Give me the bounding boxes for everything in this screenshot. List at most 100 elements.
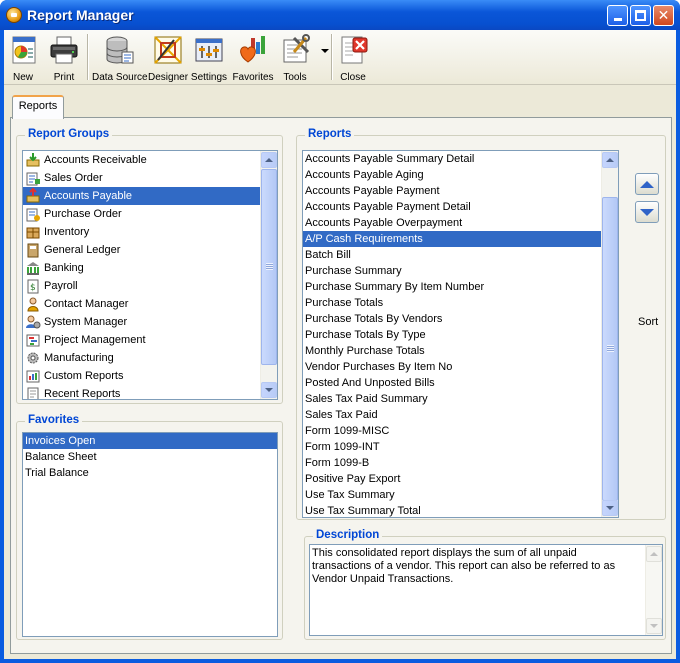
chevron-up-icon — [265, 158, 273, 162]
tools-button[interactable]: Tools — [277, 32, 323, 84]
chevron-down-icon — [265, 388, 273, 392]
description-scrollbar[interactable] — [645, 545, 662, 635]
scroll-up-button[interactable] — [602, 152, 618, 168]
report-group-item[interactable]: Accounts Payable — [23, 187, 260, 205]
report-item[interactable]: Accounts Payable Payment — [303, 183, 601, 199]
report-item[interactable]: Purchase Totals By Vendors — [303, 311, 601, 327]
report-group-item[interactable]: Custom Reports — [23, 367, 260, 385]
description-text: This consolidated report displays the su… — [312, 547, 616, 585]
report-item[interactable]: Sales Tax Paid — [303, 407, 601, 423]
minimize-button[interactable] — [607, 5, 628, 26]
favorites-title: Favorites — [25, 414, 83, 426]
accounts-payable-icon — [26, 188, 40, 203]
favorites-label: Favorites — [232, 72, 274, 83]
report-item[interactable]: Purchase Totals By Type — [303, 327, 601, 343]
scroll-thumb[interactable] — [602, 197, 618, 501]
close-label: Close — [340, 72, 366, 83]
tab-reports[interactable]: Reports — [12, 95, 64, 119]
report-group-label: Purchase Order — [44, 208, 122, 220]
printer-icon — [50, 36, 78, 64]
report-group-item[interactable]: $ Payroll — [23, 277, 260, 295]
toolbar-separator — [331, 34, 333, 80]
designer-label: Designer — [148, 72, 189, 83]
report-group-item[interactable]: Banking — [23, 259, 260, 277]
report-item[interactable]: Accounts Payable Aging — [303, 167, 601, 183]
new-report-icon — [12, 36, 36, 64]
report-item[interactable]: Accounts Payable Overpayment — [303, 215, 601, 231]
report-groups-group: Report Groups Accounts Receivable Sales O… — [16, 128, 283, 404]
report-item[interactable]: Form 1099-INT — [303, 439, 601, 455]
maximize-button[interactable] — [630, 5, 651, 26]
favorites-button[interactable]: Favorites — [231, 32, 275, 84]
report-item[interactable]: Monthly Purchase Totals — [303, 343, 601, 359]
report-groups-scrollbar[interactable] — [260, 151, 277, 399]
report-item[interactable]: Purchase Totals — [303, 295, 601, 311]
accounts-receivable-icon — [26, 153, 40, 167]
favorites-list[interactable]: Invoices Open Balance Sheet Trial Balance — [22, 432, 278, 637]
report-item[interactable]: Use Tax Summary — [303, 487, 601, 503]
designer-button[interactable]: Designer — [148, 32, 188, 84]
sort-label: Sort — [638, 316, 659, 328]
report-item[interactable]: Accounts Payable Summary Detail — [303, 151, 601, 167]
report-groups-rows: Accounts Receivable Sales Order Accounts P… — [23, 151, 277, 399]
description-box[interactable]: This consolidated report displays the su… — [309, 544, 663, 636]
report-item[interactable]: Accounts Payable Payment Detail — [303, 199, 601, 215]
scroll-down-button[interactable] — [646, 618, 662, 634]
chevron-down-icon — [606, 506, 614, 510]
report-item[interactable]: Positive Pay Export — [303, 471, 601, 487]
report-group-item[interactable]: Accounts Receivable — [23, 151, 260, 169]
report-group-item[interactable]: Project Management — [23, 331, 260, 349]
report-group-item[interactable]: Recent Reports — [23, 385, 260, 399]
report-groups-list[interactable]: Accounts Receivable Sales Order Accounts P… — [22, 150, 278, 400]
report-group-item[interactable]: General Ledger — [23, 241, 260, 259]
report-item[interactable]: Form 1099-MISC — [303, 423, 601, 439]
settings-button[interactable]: Settings — [189, 32, 229, 84]
reports-scrollbar[interactable] — [601, 151, 618, 517]
favorites-group: Favorites Invoices Open Balance Sheet Tria… — [16, 414, 283, 640]
report-item[interactable]: Purchase Summary By Item Number — [303, 279, 601, 295]
sort-down-button[interactable] — [635, 201, 659, 223]
new-button[interactable]: New — [6, 32, 40, 84]
data-source-button[interactable]: Data Source — [92, 32, 148, 84]
report-group-label: Accounts Payable — [44, 190, 133, 202]
report-item[interactable]: Use Tax Summary Total — [303, 503, 601, 517]
report-group-label: General Ledger — [44, 244, 121, 256]
app-icon[interactable] — [6, 7, 22, 23]
report-group-label: Payroll — [44, 280, 78, 292]
report-group-label: Contact Manager — [44, 298, 129, 310]
svg-text:$: $ — [30, 283, 36, 293]
report-item[interactable]: Batch Bill — [303, 247, 601, 263]
report-group-item[interactable]: Sales Order — [23, 169, 260, 187]
report-group-item[interactable]: Manufacturing — [23, 349, 260, 367]
close-window-button[interactable]: ✕ — [653, 5, 674, 26]
report-group-item[interactable]: Inventory — [23, 223, 260, 241]
tools-dropdown-arrow-icon[interactable] — [321, 49, 329, 53]
report-item[interactable]: Form 1099-B — [303, 455, 601, 471]
report-item[interactable]: A/P Cash Requirements — [303, 231, 601, 247]
toolbar: New Print Data Source Designer Settings … — [4, 30, 676, 85]
favorite-item[interactable]: Trial Balance — [23, 465, 277, 481]
report-item[interactable]: Sales Tax Paid Summary — [303, 391, 601, 407]
print-button[interactable]: Print — [44, 32, 84, 84]
report-group-label: Custom Reports — [44, 370, 124, 382]
scroll-thumb[interactable] — [261, 169, 277, 365]
favorite-item[interactable]: Invoices Open — [23, 433, 277, 449]
scroll-up-button[interactable] — [646, 546, 662, 562]
description-title: Description — [313, 529, 383, 541]
report-group-item[interactable]: Contact Manager — [23, 295, 260, 313]
scroll-down-button[interactable] — [261, 382, 277, 398]
report-item[interactable]: Vendor Purchases By Item No — [303, 359, 601, 375]
favorite-item[interactable]: Balance Sheet — [23, 449, 277, 465]
manufacturing-icon — [27, 352, 39, 364]
close-report-button[interactable]: Close — [336, 32, 370, 84]
report-group-item[interactable]: Purchase Order — [23, 205, 260, 223]
scroll-down-button[interactable] — [602, 500, 618, 516]
report-item[interactable]: Purchase Summary — [303, 263, 601, 279]
title-bar[interactable]: Report Manager ✕ — [0, 0, 680, 30]
reports-list[interactable]: Accounts Payable Summary Detail Accounts … — [302, 150, 619, 518]
payroll-icon: $ — [27, 279, 39, 294]
report-group-item[interactable]: System Manager — [23, 313, 260, 331]
sort-up-button[interactable] — [635, 173, 659, 195]
scroll-up-button[interactable] — [261, 152, 277, 168]
report-item[interactable]: Posted And Unposted Bills — [303, 375, 601, 391]
